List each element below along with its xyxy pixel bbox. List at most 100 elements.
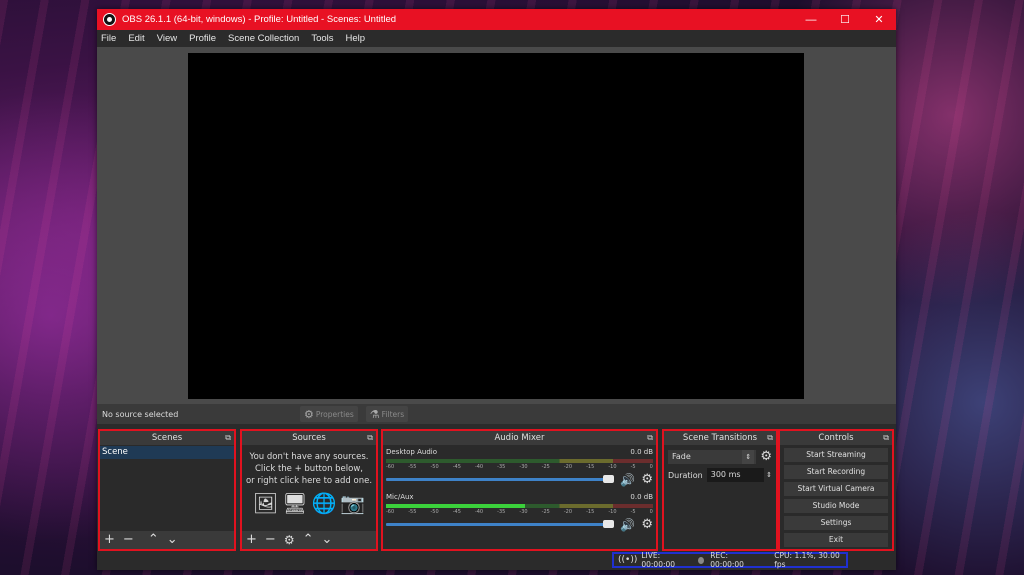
transitions-header: Scene Transitions ⧉ — [664, 431, 776, 445]
scenes-title: Scenes — [151, 433, 183, 443]
scenes-header: Scenes ⧉ — [100, 431, 234, 445]
slider-knob[interactable] — [603, 475, 615, 483]
mixer-track-desktop: Desktop Audio 0.0 dB -60 -55 -50 -45 -40 -35-… — [383, 448, 656, 487]
add-scene-icon[interactable]: + — [104, 531, 115, 549]
gear-icon[interactable]: ⚙ — [760, 449, 772, 464]
undock-icon[interactable]: ⧉ — [883, 431, 889, 445]
studio-mode-button[interactable]: Studio Mode — [784, 499, 888, 513]
source-toolbar: No source selected ⚙ Properties ⚗ Filter… — [97, 404, 896, 424]
gear-icon[interactable]: ⚙ — [641, 517, 653, 532]
image-icon: 🖼 — [252, 491, 279, 515]
speaker-icon[interactable]: 🔊 — [620, 518, 635, 532]
track-name: Desktop Audio — [386, 448, 437, 456]
undock-icon[interactable]: ⧉ — [647, 431, 653, 445]
controls-header: Controls ⧉ — [780, 431, 892, 445]
properties-button[interactable]: ⚙ Properties — [300, 406, 358, 422]
meter-ticks: -60 -55 -50 -45 -40 -35 -30 -25 -20 -15 -10 -5 0 — [386, 509, 653, 515]
track-db: 0.0 dB — [630, 493, 653, 501]
live-time: LIVE: 00:00:00 — [641, 551, 676, 569]
start-recording-button[interactable]: Start Recording — [784, 465, 888, 479]
duration-label: Duration — [668, 470, 703, 480]
empty-line-1: You don't have any sources. — [249, 452, 369, 462]
controls-panel: Controls ⧉ Start Streaming Start Recordi… — [778, 429, 894, 551]
sources-empty-message[interactable]: You don't have any sources. Click the + … — [242, 451, 376, 487]
preview-canvas[interactable] — [188, 53, 804, 399]
move-up-icon[interactable]: ⌃ — [303, 531, 314, 549]
mixer-title: Audio Mixer — [494, 433, 545, 443]
minimize-icon[interactable]: — — [794, 14, 828, 26]
undock-icon[interactable]: ⧉ — [225, 431, 231, 445]
undock-icon[interactable]: ⧉ — [767, 431, 773, 445]
close-icon[interactable]: ✕ — [862, 13, 896, 26]
no-source-label: No source selected — [102, 409, 179, 419]
menu-help[interactable]: Help — [346, 33, 366, 44]
menu-file[interactable]: File — [101, 33, 116, 44]
move-up-icon[interactable]: ⌃ — [148, 531, 159, 549]
controls-title: Controls — [818, 433, 854, 443]
title-bar[interactable]: OBS 26.1.1 (64-bit, windows) - Profile: … — [97, 9, 896, 30]
track-name: Mic/Aux — [386, 493, 414, 501]
menu-view[interactable]: View — [157, 33, 177, 44]
meter-ticks: -60 -55 -50 -45 -40 -35 -30 -25 -20 -15 -10 -5 0 — [386, 464, 653, 470]
sources-header: Sources ⧉ — [242, 431, 376, 445]
properties-label: Properties — [315, 409, 354, 419]
sources-title: Sources — [292, 433, 326, 443]
audio-mixer-panel: Audio Mixer ⧉ Desktop Audio 0.0 dB -60 -5… — [381, 429, 658, 551]
record-dot-icon — [698, 556, 705, 564]
scene-list-item[interactable]: Scene — [100, 446, 234, 459]
obs-window: OBS 26.1.1 (64-bit, windows) - Profile: … — [97, 9, 896, 570]
gear-icon: ⚙ — [304, 407, 314, 421]
filter-icon: ⚗ — [369, 407, 380, 421]
add-source-icon[interactable]: + — [246, 531, 257, 549]
settings-button[interactable]: Settings — [784, 516, 888, 530]
preview-area — [97, 47, 896, 404]
broadcast-icon: ((•)) — [618, 555, 638, 565]
start-streaming-button[interactable]: Start Streaming — [784, 448, 888, 462]
scene-transitions-panel: Scene Transitions ⧉ Fade ⇕ ⚙ Duration 30… — [662, 429, 778, 551]
filters-button[interactable]: ⚗ Filters — [365, 406, 409, 422]
source-type-icons: 🖼 🖥 🌐 📷 — [242, 491, 376, 515]
mixer-track-mic: Mic/Aux 0.0 dB -60 -55 -50 -45 -40 -35 -30 -25-… — [383, 493, 656, 532]
move-down-icon[interactable]: ⌄ — [167, 531, 178, 549]
status-bar: ((•)) LIVE: 00:00:00 REC: 00:00:00 CPU: … — [612, 551, 848, 569]
remove-source-icon[interactable]: − — [265, 531, 276, 549]
move-down-icon[interactable]: ⌄ — [321, 531, 332, 549]
filters-label: Filters — [381, 409, 405, 419]
volume-slider[interactable] — [386, 520, 615, 528]
chevron-updown-icon: ⇕ — [742, 449, 755, 464]
mixer-header: Audio Mixer ⧉ — [383, 431, 656, 445]
stepper-icon[interactable]: ⇕ — [766, 471, 772, 479]
menu-profile[interactable]: Profile — [189, 33, 216, 44]
menu-tools[interactable]: Tools — [311, 33, 333, 44]
empty-line-3: or right click here to add one. — [245, 476, 373, 486]
globe-icon: 🌐 — [311, 491, 337, 515]
obs-logo-icon — [103, 13, 116, 26]
exit-button[interactable]: Exit — [784, 533, 888, 547]
track-db: 0.0 dB — [630, 448, 653, 456]
duration-input[interactable]: 300 ms — [706, 468, 765, 482]
speaker-icon[interactable]: 🔊 — [620, 473, 635, 487]
scenes-panel: Scenes ⧉ Scene + − ⌃ ⌄ — [98, 429, 236, 551]
empty-line-2: Click the + button below, — [254, 464, 363, 474]
window-title: OBS 26.1.1 (64-bit, windows) - Profile: … — [122, 14, 397, 25]
sources-toolbar: + − ⚙ ⌃ ⌄ — [242, 531, 376, 549]
menu-edit[interactable]: Edit — [128, 33, 144, 44]
source-settings-icon[interactable]: ⚙ — [284, 531, 295, 549]
menu-scene-collection[interactable]: Scene Collection — [228, 33, 299, 44]
volume-slider[interactable] — [386, 475, 615, 483]
remove-scene-icon[interactable]: − — [123, 531, 134, 549]
transition-select[interactable]: Fade ⇕ — [668, 449, 757, 464]
volume-meter — [386, 504, 653, 508]
undock-icon[interactable]: ⧉ — [367, 431, 373, 445]
sources-panel: Sources ⧉ You don't have any sources. Cl… — [240, 429, 378, 551]
camera-icon: 📷 — [340, 491, 366, 515]
volume-meter — [386, 459, 653, 463]
maximize-icon[interactable]: ☐ — [828, 13, 862, 26]
rec-time: REC: 00:00:00 — [710, 551, 744, 569]
start-virtual-camera-button[interactable]: Start Virtual Camera — [784, 482, 888, 496]
slider-knob[interactable] — [603, 520, 615, 528]
cpu-fps: CPU: 1.1%, 30.00 fps — [774, 551, 840, 569]
gear-icon[interactable]: ⚙ — [641, 472, 653, 487]
monitor-icon: 🖥 — [282, 491, 308, 515]
scenes-toolbar: + − ⌃ ⌄ — [100, 531, 234, 549]
